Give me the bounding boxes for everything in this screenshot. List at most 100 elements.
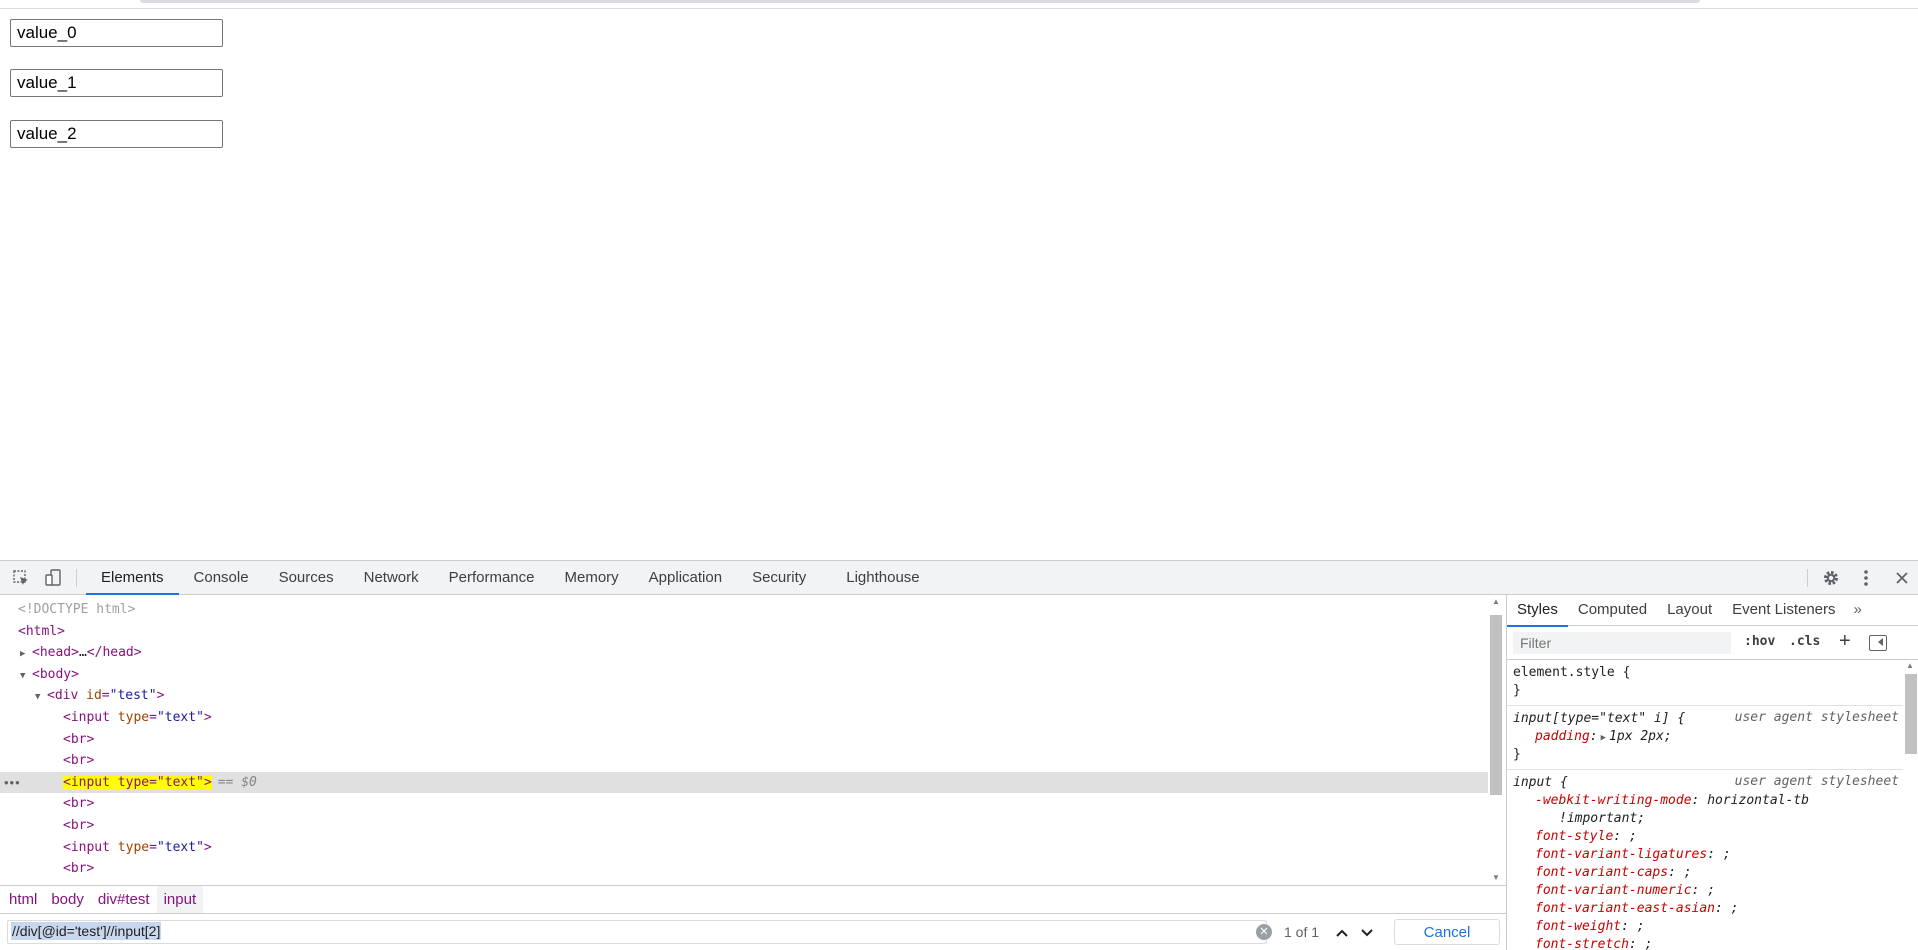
row-actions-icon[interactable]: ••• (4, 772, 21, 794)
styles-filter-row: :hov .cls + (1507, 626, 1918, 660)
div-attr-name: id (86, 688, 102, 704)
text-input-1[interactable] (10, 69, 223, 97)
new-style-rule-icon[interactable]: + (1839, 630, 1851, 653)
br-tag: <br> (63, 817, 95, 833)
input-attr-value: "text" (156, 709, 204, 725)
tab-computed[interactable]: Computed (1568, 595, 1657, 626)
expand-arrow-icon[interactable]: ▶ (20, 644, 32, 666)
tree-row-br[interactable]: <br> (0, 815, 1488, 837)
rule-element-style[interactable]: element.style { } (1507, 660, 1903, 706)
inspect-element-icon[interactable] (9, 567, 33, 589)
more-options-icon[interactable] (1854, 567, 1878, 589)
tree-row-div-test[interactable]: ▼ <div id="test"> (0, 685, 1488, 707)
breadcrumb-input[interactable]: input (156, 885, 204, 914)
tab-lighthouse[interactable]: Lighthouse (821, 561, 934, 595)
tree-row-input-selected[interactable]: ••• <input type="text"> == $0 (0, 771, 1488, 794)
rule-close-brace: } (1513, 683, 1521, 698)
scrollbar-thumb[interactable] (1905, 674, 1917, 754)
br-tag: <br> (63, 731, 95, 747)
rule-property: font-style: ; (1535, 829, 1637, 844)
rule-property: font-variant-east-asian: ; (1535, 901, 1739, 916)
text-input-2[interactable] (10, 120, 223, 148)
div-attr-value: "test" (109, 688, 157, 704)
browser-top-edge (0, 0, 1918, 9)
styles-scrollbar[interactable]: ▲ (1903, 660, 1918, 950)
scroll-up-icon[interactable]: ▲ (1491, 597, 1501, 607)
tab-sources[interactable]: Sources (264, 561, 349, 595)
tab-memory[interactable]: Memory (550, 561, 634, 595)
rule-input-type-text[interactable]: input[type="text" i] { user agent styles… (1507, 706, 1903, 770)
div-open-tag: <div (47, 688, 79, 704)
tree-row-br[interactable]: <br> (0, 793, 1488, 815)
hover-state-toggle[interactable]: :hov (1744, 634, 1775, 649)
br-tag: <br> (63, 796, 95, 812)
search-input[interactable]: //div[@id='test']//input[2] (7, 920, 1267, 944)
input-tag-close: > (203, 709, 212, 725)
search-bar: //div[@id='test']//input[2] ✕ 1 of 1 Can… (0, 913, 1506, 950)
console-ref-label: == $0 (217, 774, 257, 790)
expand-arrow-icon[interactable]: ▶ (1601, 733, 1606, 743)
collapse-arrow-icon[interactable]: ▼ (20, 666, 32, 688)
breadcrumb-html[interactable]: html (2, 886, 44, 914)
rule-close-brace: } (1513, 747, 1521, 762)
elements-tree-panel: <!DOCTYPE html> <html> ▶ <head>…</head> ▼… (0, 595, 1506, 885)
br-tag: <br> (63, 861, 95, 877)
tab-event-listeners[interactable]: Event Listeners (1722, 595, 1845, 626)
breadcrumb-body[interactable]: body (44, 886, 91, 914)
styles-filter-input[interactable] (1513, 632, 1731, 654)
tree-row-br[interactable]: <br> (0, 750, 1488, 772)
tab-application[interactable]: Application (634, 561, 737, 595)
breadcrumb-div-test[interactable]: div#test (91, 886, 157, 914)
search-query-text: //div[@id='test']//input[2] (11, 922, 162, 940)
input-attr-name: type (117, 839, 150, 855)
tab-security[interactable]: Security (737, 561, 821, 595)
device-toolbar-icon[interactable] (42, 567, 66, 589)
page-viewport (0, 0, 1918, 560)
tree-row-html[interactable]: <html> (0, 621, 1488, 643)
tree-row-br[interactable]: <br> (0, 858, 1488, 880)
rule-input[interactable]: input { user agent stylesheet -webkit-wr… (1507, 770, 1903, 950)
property-name: padding (1535, 729, 1590, 744)
tree-row-doctype[interactable]: <!DOCTYPE html> (0, 599, 1488, 621)
doctype-text: <!DOCTYPE html> (18, 602, 136, 617)
devtools-toolbar: Elements Console Sources Network Perform… (0, 561, 1918, 595)
more-tabs-icon[interactable]: » (1846, 595, 1870, 626)
tab-layout[interactable]: Layout (1657, 595, 1722, 626)
close-devtools-icon[interactable] (1890, 567, 1914, 589)
tree-row-head[interactable]: ▶ <head>…</head> (0, 642, 1488, 664)
tab-network[interactable]: Network (349, 561, 434, 595)
input-attr-value: "text" (156, 839, 204, 855)
tree-row-input-3[interactable]: <input type="text"> (0, 837, 1488, 859)
tree-row-body[interactable]: ▼ <body> (0, 664, 1488, 686)
cancel-search-button[interactable]: Cancel (1394, 919, 1500, 945)
tab-console[interactable]: Console (179, 561, 264, 595)
next-match-button[interactable] (1356, 922, 1378, 942)
breadcrumb: html body div#test input (0, 885, 1506, 914)
input-tag-close: > (203, 839, 212, 855)
collapse-arrow-icon[interactable]: ▼ (35, 687, 47, 709)
tab-elements[interactable]: Elements (86, 561, 179, 595)
tree-row-input-1[interactable]: <input type="text"> (0, 707, 1488, 729)
settings-gear-icon[interactable] (1819, 567, 1843, 589)
text-input-0[interactable] (10, 19, 223, 47)
scrollbar-thumb[interactable] (1490, 615, 1502, 795)
input-attr-eq: = (149, 839, 157, 855)
horizontal-scrollbar[interactable] (140, 0, 1700, 3)
clear-search-icon[interactable]: ✕ (1256, 924, 1272, 940)
rule-property: font-stretch: ; (1535, 937, 1653, 950)
elements-scrollbar[interactable]: ▲ ▼ (1488, 595, 1504, 885)
tab-styles[interactable]: Styles (1507, 595, 1568, 627)
rule-property: font-variant-ligatures: ; (1535, 847, 1731, 862)
scroll-up-icon[interactable]: ▲ (1906, 661, 1914, 670)
scroll-down-icon[interactable]: ▼ (1491, 873, 1501, 883)
rule-property: font-variant-numeric: ; (1535, 883, 1716, 898)
toggle-sidebar-icon[interactable] (1869, 635, 1887, 651)
head-collapsed-ellipsis[interactable]: … (79, 645, 87, 660)
head-open-tag: <head> (32, 645, 79, 661)
tab-performance[interactable]: Performance (434, 561, 550, 595)
toolbar-divider-right (1807, 569, 1808, 587)
class-toggle[interactable]: .cls (1789, 634, 1820, 649)
rule-selector: element.style { (1513, 665, 1631, 680)
previous-match-button[interactable] (1331, 922, 1353, 942)
tree-row-br[interactable]: <br> (0, 729, 1488, 751)
